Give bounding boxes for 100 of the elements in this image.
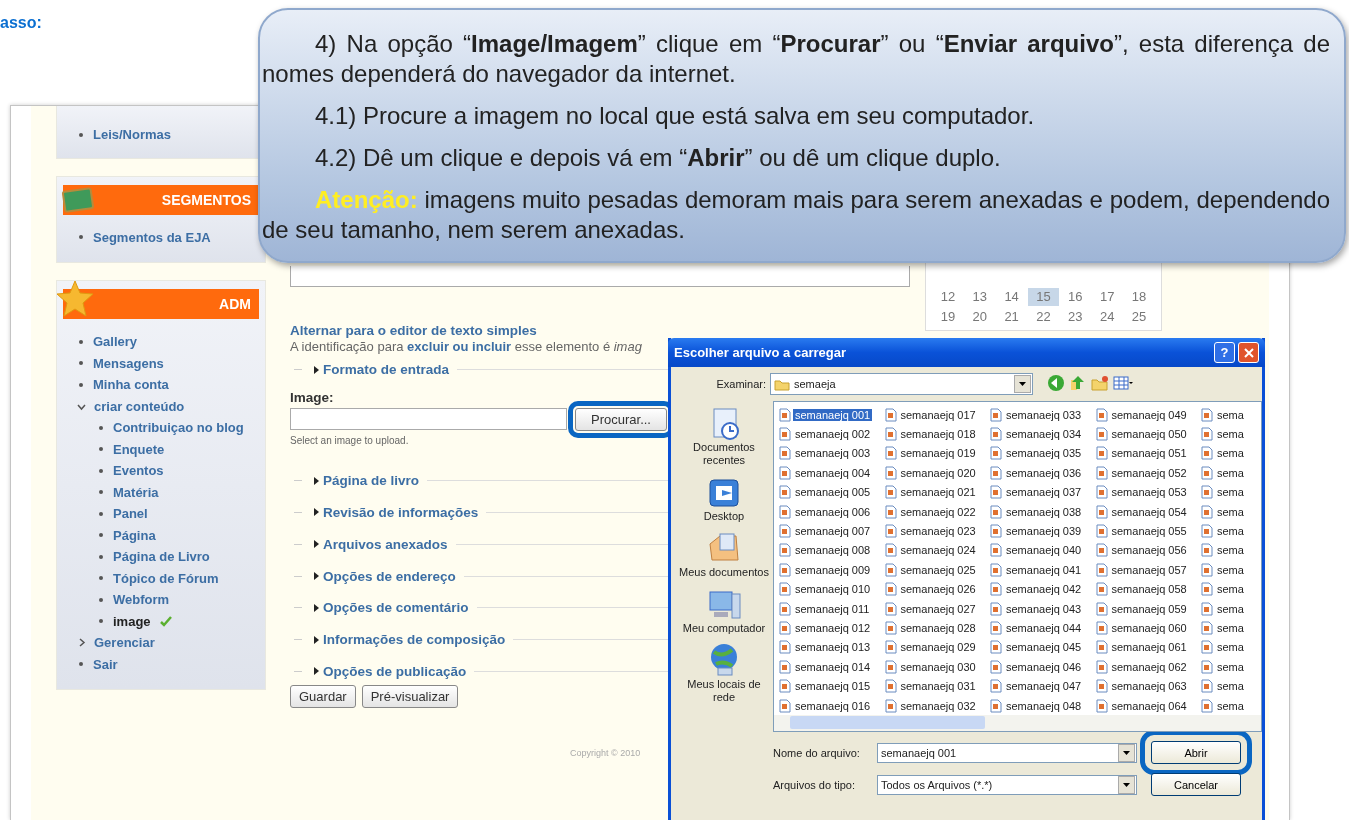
file-item[interactable]: semanaejq 035 xyxy=(1004,447,1084,460)
file-item[interactable]: sema xyxy=(1215,486,1246,499)
sidebar-link[interactable]: Minha conta xyxy=(93,374,169,396)
file-item[interactable]: semanaejq 032 xyxy=(898,699,978,712)
file-item[interactable]: semanaejq 001 xyxy=(793,408,873,421)
file-item[interactable]: semanaejq 042 xyxy=(1004,583,1084,596)
file-item[interactable]: semanaejq 064 xyxy=(1109,699,1189,712)
file-item[interactable]: semanaejq 060 xyxy=(1109,622,1189,634)
file-item[interactable]: sema xyxy=(1215,699,1246,712)
calendar-day[interactable]: 23 xyxy=(1059,308,1092,326)
file-item[interactable]: semanaejq 024 xyxy=(898,544,978,557)
section-toggle[interactable]: Página de livro xyxy=(323,473,420,489)
file-item[interactable]: semanaejq 045 xyxy=(1004,641,1084,654)
places-item[interactable]: Meus documentos xyxy=(678,530,770,579)
calendar-day[interactable]: 13 xyxy=(963,288,996,306)
file-item[interactable]: sema xyxy=(1215,505,1246,518)
help-button[interactable]: ? xyxy=(1214,342,1235,363)
file-item[interactable]: semanaejq 052 xyxy=(1109,466,1189,479)
file-item[interactable]: semanaejq 056 xyxy=(1109,544,1189,557)
file-item[interactable]: sema xyxy=(1215,408,1246,421)
folder-dropdown[interactable]: semaeja xyxy=(770,373,1033,395)
view-menu-icon[interactable] xyxy=(1113,374,1133,392)
calendar-day[interactable]: 25 xyxy=(1123,308,1155,326)
calendar-day[interactable]: 24 xyxy=(1091,308,1124,326)
file-item[interactable]: semanaejq 026 xyxy=(898,583,978,596)
editor-field[interactable] xyxy=(290,266,910,287)
file-item[interactable]: semanaejq 015 xyxy=(793,680,873,693)
section-toggle[interactable]: Informações de composição xyxy=(323,632,506,648)
new-folder-icon[interactable] xyxy=(1091,374,1111,392)
section-toggle[interactable]: Opções de endereço xyxy=(323,568,456,584)
sidebar-link[interactable]: Eventos xyxy=(113,460,164,482)
file-item[interactable]: semanaejq 023 xyxy=(898,525,978,538)
file-item[interactable]: sema xyxy=(1215,428,1246,441)
file-item[interactable]: semanaejq 040 xyxy=(1004,544,1084,557)
file-item[interactable]: sema xyxy=(1215,680,1246,693)
file-item[interactable]: semanaejq 002 xyxy=(793,428,873,441)
calendar-day[interactable]: 16 xyxy=(1059,288,1092,306)
calendar-day[interactable]: 18 xyxy=(1123,288,1155,306)
file-item[interactable]: semanaejq 020 xyxy=(898,466,978,479)
file-item[interactable]: sema xyxy=(1215,660,1246,673)
form-button[interactable]: Pré-visualizar xyxy=(361,685,459,709)
file-item[interactable]: semanaejq 021 xyxy=(898,486,978,499)
file-item[interactable]: semanaejq 043 xyxy=(1004,602,1084,615)
file-item[interactable]: semanaejq 017 xyxy=(898,408,978,421)
file-item[interactable]: semanaejq 004 xyxy=(793,466,873,479)
file-item[interactable]: semanaejq 048 xyxy=(1004,699,1084,712)
file-item[interactable]: semanaejq 031 xyxy=(898,680,978,693)
sidebar-link[interactable]: Sair xyxy=(93,653,118,675)
dropdown-button[interactable] xyxy=(1014,375,1031,393)
file-item[interactable]: semanaejq 003 xyxy=(793,447,873,460)
file-input[interactable] xyxy=(290,408,567,431)
sidebar-link[interactable]: Gallery xyxy=(93,331,138,353)
section-toggle[interactable]: Revisão de informações xyxy=(323,505,479,520)
sidebar-link[interactable]: Segmentos da EJA xyxy=(93,226,211,248)
sidebar-link[interactable]: image xyxy=(113,610,151,632)
file-item[interactable]: semanaejq 016 xyxy=(793,699,873,712)
file-item[interactable]: semanaejq 050 xyxy=(1109,428,1189,441)
file-item[interactable]: semanaejq 029 xyxy=(898,641,978,654)
file-item[interactable]: semanaejq 010 xyxy=(793,583,873,596)
file-item[interactable]: semanaejq 049 xyxy=(1109,408,1189,421)
file-item[interactable]: sema xyxy=(1215,466,1246,479)
file-item[interactable]: sema xyxy=(1215,583,1246,596)
filetype-dropdown[interactable]: Todos os Arquivos (*.*) xyxy=(877,774,1137,795)
file-item[interactable]: semanaejq 047 xyxy=(1004,680,1084,693)
file-item[interactable]: sema xyxy=(1215,602,1246,615)
file-item[interactable]: sema xyxy=(1215,563,1246,576)
file-item[interactable]: semanaejq 044 xyxy=(1004,622,1084,634)
sidebar-link[interactable]: Matéria xyxy=(113,481,159,503)
file-item[interactable]: semanaejq 027 xyxy=(898,602,978,615)
file-item[interactable]: semanaejq 039 xyxy=(1004,525,1084,538)
file-item[interactable]: semanaejq 036 xyxy=(1004,466,1084,479)
file-item[interactable]: semanaejq 013 xyxy=(793,641,873,654)
dialog-button[interactable]: Cancelar xyxy=(1151,773,1241,796)
calendar-day[interactable]: 17 xyxy=(1091,288,1124,306)
editor-toggle-link[interactable]: Alternar para o editor de texto simples xyxy=(290,323,537,338)
file-item[interactable]: semanaejq 012 xyxy=(793,622,873,634)
file-item[interactable]: semanaejq 055 xyxy=(1109,525,1189,538)
calendar-day[interactable]: 12 xyxy=(932,288,964,306)
sidebar-link[interactable]: criar conteúdo xyxy=(94,395,185,417)
section-toggle[interactable]: Opções de publicação xyxy=(323,663,467,679)
file-item[interactable]: semanaejq 019 xyxy=(898,447,978,460)
back-icon[interactable] xyxy=(1047,374,1067,392)
file-item[interactable]: semanaejq 030 xyxy=(898,660,978,673)
file-item[interactable]: sema xyxy=(1215,544,1246,557)
horizontal-scrollbar[interactable] xyxy=(773,715,1262,732)
file-item[interactable]: semanaejq 063 xyxy=(1109,680,1189,693)
calendar-day[interactable]: 22 xyxy=(1027,308,1060,326)
file-item[interactable]: semanaejq 033 xyxy=(1004,408,1084,421)
sidebar-link[interactable]: Gerenciar xyxy=(94,632,155,654)
sidebar-link[interactable]: Panel xyxy=(113,503,148,525)
sidebar-link[interactable]: Mensagens xyxy=(93,352,164,374)
sidebar-link[interactable]: Contribuiçao no blog xyxy=(113,417,244,439)
file-item[interactable]: semanaejq 018 xyxy=(898,428,978,441)
filename-field[interactable]: semanaejq 001 xyxy=(877,742,1137,763)
file-item[interactable]: semanaejq 028 xyxy=(898,622,978,634)
file-item[interactable]: semanaejq 009 xyxy=(793,563,873,576)
file-item[interactable]: semanaejq 057 xyxy=(1109,563,1189,576)
sidebar-link[interactable]: Página xyxy=(113,524,156,546)
places-item[interactable]: Desktop xyxy=(678,474,770,523)
file-item[interactable]: semanaejq 058 xyxy=(1109,583,1189,596)
